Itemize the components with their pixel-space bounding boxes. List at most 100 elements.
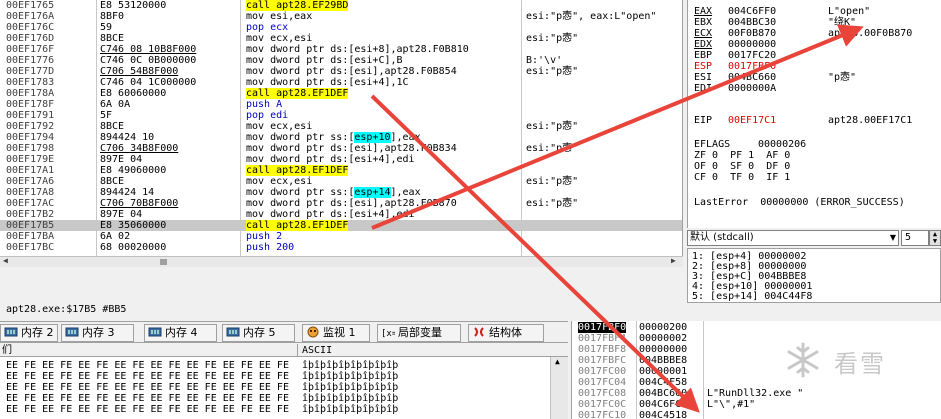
instruction-token: mov dword ptr ds:[esi],apt28.F0B854 [246,66,457,77]
tab-3[interactable]: 内存 4 [144,324,217,342]
instruction-address: 00EF177D [6,66,55,77]
register-value[interactable]: 00EF17C1 [728,115,776,126]
instruction-bytes: 8BF0 [100,11,125,22]
disasm-row[interactable]: 00EF17A1 E8 49060000 call apt28.EF1DEF [0,165,682,176]
register-name: ZF 0 PF 1 AF 0 [694,150,791,161]
memory-dump-view[interactable]: 们 ASCII EE FE EE FE EE FE EE FE EE FE EE… [0,344,568,419]
instruction-token: mov dword ptr ds:[esi+4],1C [246,77,409,88]
disasm-row[interactable]: 00EF17A8 894424 14 mov dword ptr ss:[esp+1… [0,187,682,198]
scroll-left-icon[interactable]: ◀ [3,256,8,265]
register-value[interactable]: 004BBC30 [728,17,776,28]
struct-icon [472,326,486,338]
scroll-right-icon[interactable]: ▶ [671,256,676,265]
stack-row[interactable]: 0017FC08 004BC660 L"RunDll32.exe " [572,388,941,399]
stack-value: 004BBBE8 [639,355,688,366]
disasm-row[interactable]: 00EF17B5 E8 35060000 call apt28.EF1DEF [0,220,682,231]
register-comment: apt28.00F0B870 [828,28,913,39]
tab-2[interactable]: 内存 3 [61,324,134,342]
disasm-row[interactable]: 00EF1783 C746 04 1C000000 mov dword ptr ds… [0,77,682,88]
arguments-panel[interactable]: 1: [esp+4] 00000002 2: [esp+8] 00000000 3:… [687,248,941,303]
argument-row[interactable]: 5: [esp+14] 004C44F8 [692,291,812,302]
disasm-row[interactable]: 00EF176D 8BCE mov ecx,esi esi:"p悫" [0,33,682,44]
register-name: EDI [694,83,713,94]
disasm-row[interactable]: 00EF1791 5F pop edi [0,110,682,121]
argument-count-field[interactable]: 5 [901,230,929,246]
instruction-token: ],eax [390,132,421,143]
register-value[interactable]: 0017FBF0 [728,61,776,72]
instruction-bytes: 897E 04 [100,209,143,220]
tab-5[interactable]: 监视 1 [302,324,370,342]
instruction-token: call [246,0,277,11]
registers-panel[interactable]: EAX 004C6FF0 L"open" EBX 004BBC30 "绕K" ECX 00F0… [687,0,941,228]
instruction-bytes: C746 08 10B8F000 [100,44,197,55]
disassembly-view[interactable]: 00EF1765 E8 53120000 call apt28.EF29BD 00EF… [0,0,683,256]
dump-header: 们 ASCII [0,344,568,357]
scroll-thumb[interactable] [160,259,167,265]
instruction-address: 00EF1765 [6,0,55,11]
instruction-comment: esi:"p悫" [526,176,579,187]
disasm-row[interactable]: 00EF1794 894424 10 mov dword ptr ss:[esp+1… [0,132,682,143]
disasm-row[interactable]: 00EF176A 8BF0 mov esi,eax esi:"p悫", eax:L"o… [0,11,682,22]
instruction-text: mov dword ptr ds:[esi+4],edi [246,209,415,220]
memory-icon [4,326,18,338]
disassembly-horizontal-scrollbar[interactable]: ◀ ▶ [0,256,683,267]
instruction-bytes: 894424 10 [100,132,155,143]
tab-1[interactable]: 内存 2 [0,324,58,342]
instruction-address: 00EF176C [6,22,55,33]
disasm-row[interactable]: 00EF176C 59 pop ecx [0,22,682,33]
disasm-row[interactable]: 00EF1798 C706 34B8F000 mov dword ptr ds:[e… [0,143,682,154]
dump-vertical-scrollbar[interactable]: ▲ [550,357,568,419]
instruction-text: push A [246,99,282,110]
disasm-row[interactable]: 00EF17AC C706 70B8F000 mov dword ptr ds:[e… [0,198,682,209]
argument-count-spinner[interactable]: ▲ ▼ [929,230,941,246]
dump-ascii: îþîþîþîþîþîþîþîþ [302,393,399,404]
register-value[interactable]: 0017FC20 [728,50,776,61]
tab-label: 局部变量 [398,326,442,339]
instruction-comment: esi:"p悫" [526,198,579,209]
call-convention-bar: 默认 (stdcall) ▼ 5 ▲ ▼ [687,229,941,247]
disasm-row[interactable]: 00EF177D C706 54B8F000 mov dword ptr ds:[e… [0,66,682,77]
disasm-row[interactable]: 00EF1792 8BCE mov ecx,esi esi:"p悫" [0,121,682,132]
register-value[interactable]: 00000000 [728,39,776,50]
chevron-down-icon[interactable]: ▼ [890,231,896,245]
stack-row[interactable]: 0017FC0C 004C6FC8 L"\",#1" [572,399,941,410]
instruction-text: call apt28.EF1DEF [246,220,349,231]
register-value[interactable]: 0000000A [728,83,776,94]
tab-6[interactable]: [x=]局部变量 [377,324,461,342]
disasm-row[interactable]: 00EF1776 C746 0C 0B000000 mov dword ptr ds… [0,55,682,66]
disasm-row[interactable]: 00EF178A E8 60060000 call apt28.EF1DEF [0,88,682,99]
register-value[interactable]: 00F0B870 [728,28,776,39]
register-value[interactable]: 00000206 [758,139,806,150]
instruction-text: mov ecx,esi [246,176,312,187]
disasm-row[interactable]: 00EF17B2 897E 04 mov dword ptr ds:[esi+4],… [0,209,682,220]
instruction-address: 00EF17A6 [6,176,55,187]
disasm-row[interactable]: 00EF17BA 6A 02 push 2 [0,231,682,242]
instruction-token: mov dword ptr ds:[esi],apt28.F0B834 [246,143,457,154]
stack-address: 0017FBF8 [578,344,627,355]
register-value[interactable]: 004BC660 [728,72,776,83]
call-convention-select[interactable]: 默认 (stdcall) ▼ [687,230,899,246]
spin-down-icon[interactable]: ▼ [930,238,940,245]
instruction-text: mov ecx,esi [246,121,312,132]
instruction-bytes: C706 70B8F000 [100,198,179,209]
instruction-address: 00EF176F [6,44,55,55]
disasm-row[interactable]: 00EF17BC 68 00020000 push 200 [0,242,682,253]
locals-icon: [x=] [381,326,403,339]
instruction-bytes: 8BCE [100,176,125,187]
stack-row[interactable]: 0017FBF0 00000200 [572,322,941,333]
register-value[interactable]: 004C6FF0 [728,6,776,17]
disasm-row[interactable]: 00EF178F 6A 0A push A [0,99,682,110]
disasm-row[interactable]: 00EF179E 897E 04 mov dword ptr ds:[esi+4],… [0,154,682,165]
instruction-text: mov ecx,esi [246,33,312,44]
tab-7[interactable]: 结构体 [468,324,544,342]
stack-row[interactable]: 0017FC10 004C4518 [572,410,941,419]
instruction-text: mov dword ptr ss:[esp+10],eax [246,132,421,143]
instruction-bytes: E8 53120000 [100,0,167,11]
disasm-row[interactable]: 00EF176F C746 08 10B8F000 mov dword ptr ds… [0,44,682,55]
disasm-row[interactable]: 00EF1765 E8 53120000 call apt28.EF29BD [0,0,682,11]
scroll-up-icon[interactable]: ▲ [555,357,560,366]
register-comment: apt28.00EF17C1 [828,115,913,126]
tab-4[interactable]: 内存 5 [222,324,295,342]
stack-value: 004C6FC8 [639,399,688,410]
disasm-row[interactable]: 00EF17A6 8BCE mov ecx,esi esi:"p悫" [0,176,682,187]
